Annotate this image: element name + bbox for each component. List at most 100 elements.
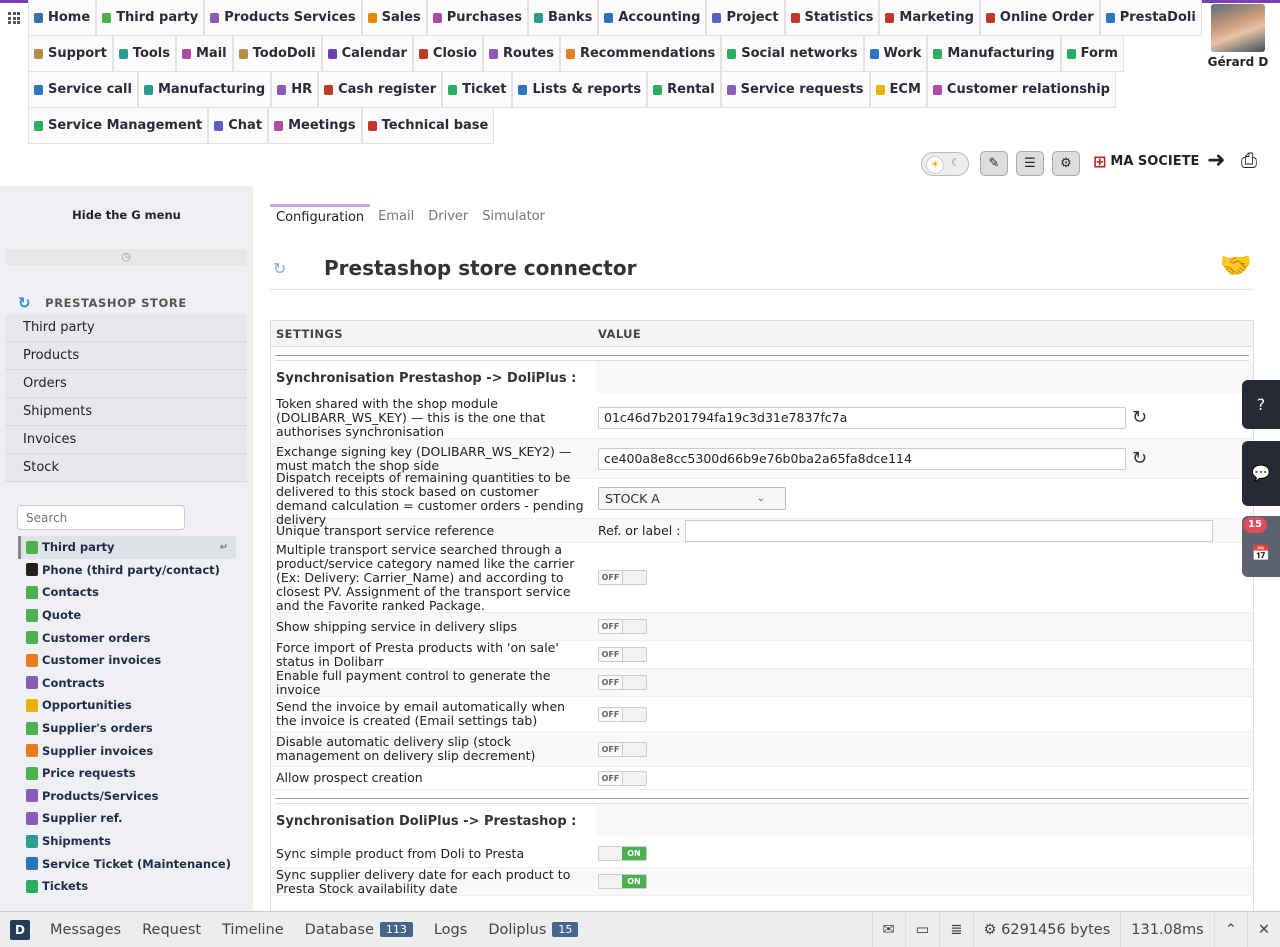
chevron-up-icon[interactable]: ⌃ xyxy=(1213,912,1247,947)
menu-item-purchases[interactable]: Purchases xyxy=(426,0,528,36)
toggle-switch[interactable]: OFF xyxy=(598,741,647,757)
ps-menu-item-orders[interactable]: Orders xyxy=(5,370,247,398)
g-menu-item[interactable]: Shipments xyxy=(18,830,236,853)
menu-item-service-requests[interactable]: Service requests xyxy=(720,72,870,108)
menu-item-online-order[interactable]: Online Order xyxy=(979,0,1100,36)
menu-item-prestadoli[interactable]: PrestaDoli xyxy=(1099,0,1202,36)
logout-icon[interactable]: ➜ xyxy=(1207,148,1225,173)
refresh-icon[interactable]: ↻ xyxy=(273,259,286,278)
ps-menu-item-stock[interactable]: Stock xyxy=(5,454,247,482)
menu-item-support[interactable]: Support xyxy=(28,36,113,72)
monitor-icon[interactable]: ▭ xyxy=(904,912,940,947)
menu-item-marketing[interactable]: Marketing xyxy=(879,0,980,36)
help-button[interactable]: ? xyxy=(1242,380,1280,429)
ps-menu-item-third-party[interactable]: Third party xyxy=(5,314,247,342)
stock-select[interactable]: STOCK A ⌄ xyxy=(598,487,786,510)
menu-item-hr[interactable]: HR xyxy=(271,72,319,108)
menu-item-ticket[interactable]: Ticket xyxy=(442,72,513,108)
g-menu-item[interactable]: Opportunities xyxy=(18,694,236,717)
debug-tab-request[interactable]: Request xyxy=(142,922,201,938)
menu-item-routes[interactable]: Routes xyxy=(482,36,560,72)
menu-item-service-management[interactable]: Service Management xyxy=(28,108,209,144)
menu-item-recommendations[interactable]: Recommendations xyxy=(559,36,722,72)
list-button[interactable]: ☰ xyxy=(1016,151,1044,176)
database-icon[interactable]: ≣ xyxy=(939,912,972,947)
user-menu[interactable]: Gérard D xyxy=(1200,4,1276,69)
ps-menu-item-products[interactable]: Products xyxy=(5,342,247,370)
menu-item-tododoli[interactable]: TodoDoli xyxy=(232,36,322,72)
g-menu-item[interactable]: Customer invoices xyxy=(18,649,236,672)
debug-tab-timeline[interactable]: Timeline xyxy=(222,922,284,938)
menu-item-cash-register[interactable]: Cash register xyxy=(318,72,443,108)
toggle-switch[interactable]: OFF xyxy=(598,706,647,722)
menu-item-rental[interactable]: Rental xyxy=(647,72,721,108)
tab-simulator[interactable]: Simulator xyxy=(476,204,551,230)
menu-item-closio[interactable]: Closio xyxy=(412,36,483,72)
g-menu-item[interactable]: Tickets xyxy=(18,875,236,898)
ps-menu-item-invoices[interactable]: Invoices xyxy=(5,426,247,454)
tab-driver[interactable]: Driver xyxy=(422,204,474,230)
setting-text-input[interactable]: 01c46d7b201794fa19c3d31e7837fc7a xyxy=(598,406,1126,429)
setting-text-input[interactable]: ce400a8e8cc5300d66b9e76b0ba2a65fa8dce114 xyxy=(598,447,1126,470)
chat-button[interactable]: 💬 xyxy=(1242,441,1280,506)
g-menu-item[interactable]: Third party ↵ xyxy=(18,536,236,559)
menu-item-sales[interactable]: Sales xyxy=(361,0,427,36)
hide-g-menu-link[interactable]: Hide the G menu xyxy=(0,208,253,222)
menu-item-lists-reports[interactable]: Lists & reports xyxy=(512,72,648,108)
settings-button[interactable]: ⚙ xyxy=(1052,151,1080,176)
menu-item-manufacturing[interactable]: Manufacturing xyxy=(137,72,272,108)
g-menu-item[interactable]: Contacts xyxy=(18,581,236,604)
g-menu-item[interactable]: Supplier invoices xyxy=(18,739,236,762)
menu-item-project[interactable]: Project xyxy=(706,0,785,36)
ps-menu-item-shipments[interactable]: Shipments xyxy=(5,398,247,426)
menu-item-technical-base[interactable]: Technical base xyxy=(361,108,495,144)
g-menu-item[interactable]: Service Ticket (Maintenance) xyxy=(18,852,236,875)
g-menu-item[interactable]: Supplier ref. xyxy=(18,807,236,830)
apps-grid-icon[interactable] xyxy=(8,12,20,24)
tab-configuration[interactable]: Configuration xyxy=(270,204,371,230)
toggle-switch[interactable]: OFF xyxy=(598,570,647,585)
g-menu-item[interactable]: Products/Services xyxy=(18,785,236,808)
g-menu-item[interactable]: Quote xyxy=(18,604,236,627)
debug-tab-messages[interactable]: Messages xyxy=(50,922,121,938)
g-menu-item[interactable]: Supplier's orders xyxy=(18,717,236,740)
print-icon[interactable]: ⎙ xyxy=(1241,148,1257,172)
theme-toggle[interactable]: ☀ ☾ xyxy=(921,152,969,176)
menu-item-statistics[interactable]: Statistics xyxy=(784,0,880,36)
transport-ref-input[interactable] xyxy=(685,519,1214,542)
menu-item-banks[interactable]: Banks xyxy=(527,0,599,36)
menu-item-mail[interactable]: Mail xyxy=(176,36,233,72)
toggle-switch[interactable]: OFF xyxy=(598,675,647,690)
edit-button[interactable]: ✎ xyxy=(980,151,1008,176)
menu-item-calendar[interactable]: Calendar xyxy=(321,36,413,72)
refresh-icon[interactable]: ↻ xyxy=(1132,407,1147,428)
g-menu-item[interactable]: Phone (third party/contact) xyxy=(18,559,236,582)
menu-item-customer-relationship[interactable]: Customer relationship xyxy=(926,72,1116,108)
tab-email[interactable]: Email xyxy=(372,204,420,230)
close-icon[interactable]: ✕ xyxy=(1246,912,1280,947)
g-menu-item[interactable]: Customer orders xyxy=(18,626,236,649)
g-menu-item[interactable]: Price requests xyxy=(18,762,236,785)
debug-tab-doliplus[interactable]: Doliplus 15 xyxy=(488,922,579,938)
debugbar-logo[interactable]: D xyxy=(10,919,30,940)
toggle-switch[interactable]: OFF xyxy=(598,647,647,662)
menu-item-chat[interactable]: Chat xyxy=(208,108,269,144)
menu-item-service-call[interactable]: Service call xyxy=(28,72,138,108)
debug-tab-logs[interactable]: Logs xyxy=(434,922,467,938)
toggle-switch[interactable]: OFF xyxy=(598,770,647,786)
menu-item-social-networks[interactable]: Social networks xyxy=(721,36,864,72)
avatar[interactable] xyxy=(1211,4,1265,52)
menu-item-tools[interactable]: Tools xyxy=(112,36,176,72)
refresh-icon[interactable]: ↻ xyxy=(1132,448,1147,469)
search-input[interactable] xyxy=(17,505,185,530)
menu-item-third-party[interactable]: Third party xyxy=(96,0,205,36)
user-name[interactable]: Gérard D xyxy=(1200,55,1276,69)
toggle-switch[interactable]: OFF xyxy=(598,619,647,634)
menu-item-products-services[interactable]: Products Services xyxy=(204,0,362,36)
g-menu-item[interactable]: Contracts xyxy=(18,672,236,695)
menu-item-form[interactable]: Form xyxy=(1060,36,1124,72)
toggle-switch[interactable]: ON xyxy=(598,846,647,861)
menu-item-manufacturing[interactable]: Manufacturing xyxy=(927,36,1061,72)
menu-item-ecm[interactable]: ECM xyxy=(869,72,927,108)
company-link[interactable]: ⊞ MA SOCIETE xyxy=(1093,152,1199,171)
